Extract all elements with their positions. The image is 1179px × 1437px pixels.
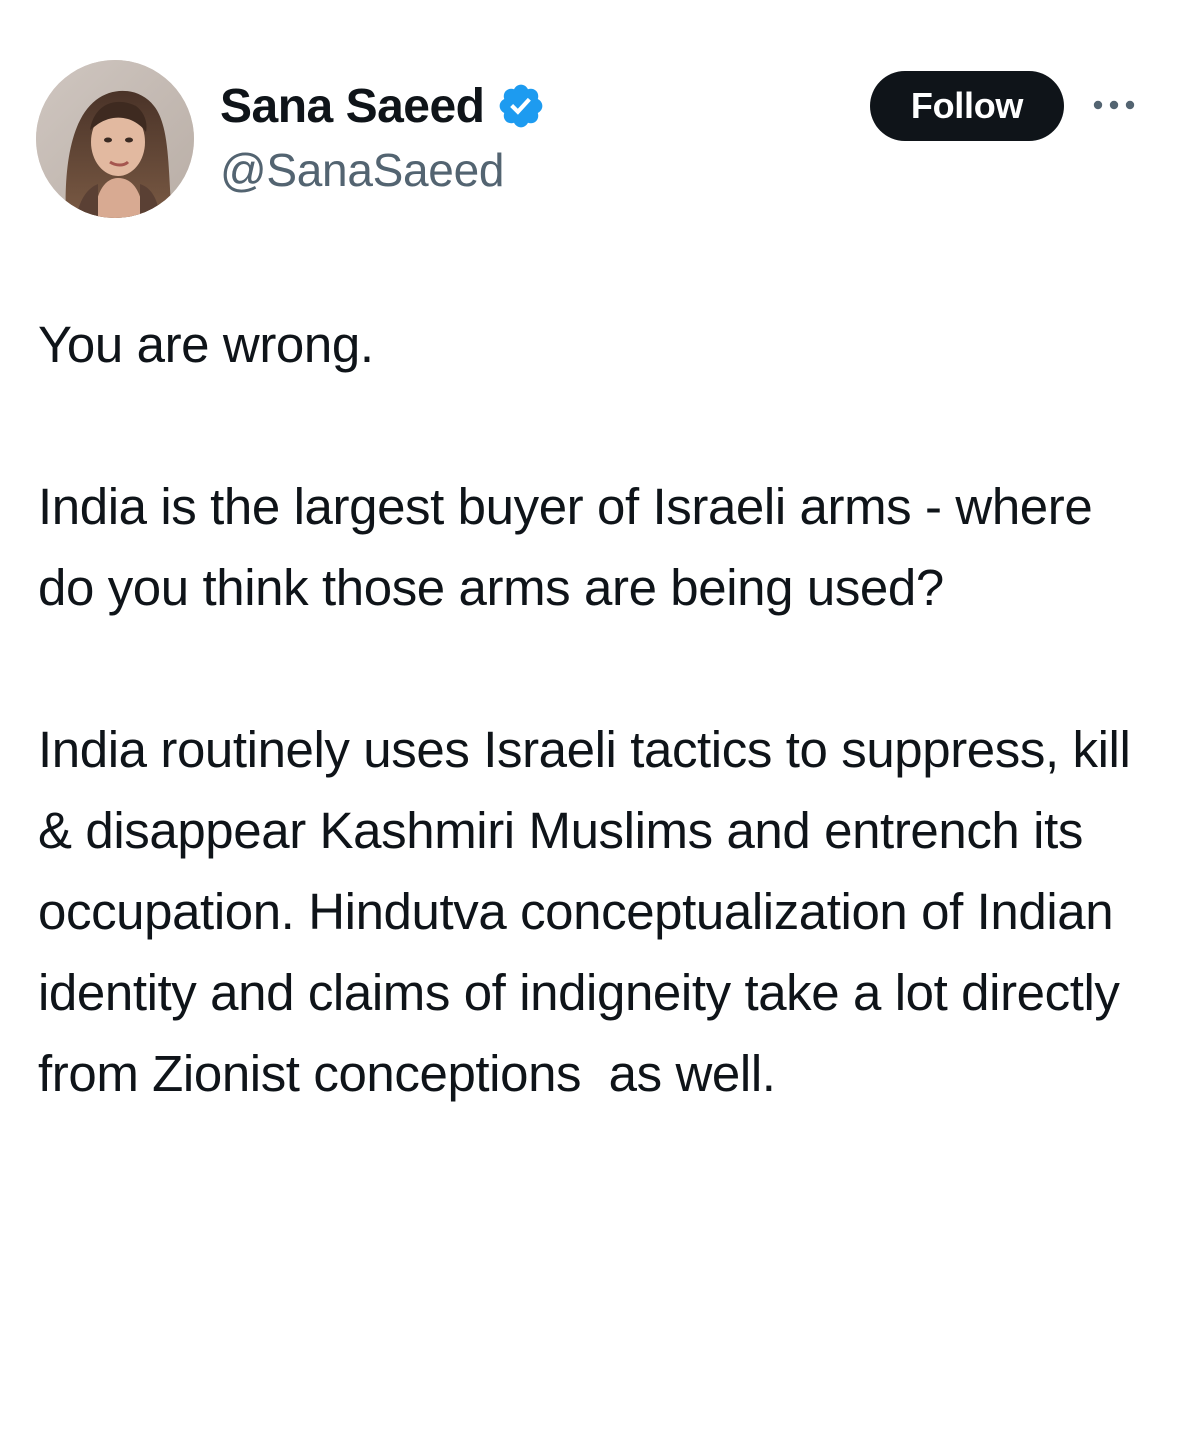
verified-badge-icon[interactable] — [496, 81, 546, 131]
tweet-paragraph: India is the largest buyer of Israeli ar… — [38, 478, 1107, 616]
follow-button[interactable]: Follow — [870, 71, 1064, 141]
display-name[interactable]: Sana Saeed — [220, 79, 485, 134]
tweet-card: Sana Saeed @SanaSaeed Follow You are wro… — [0, 0, 1179, 1437]
avatar[interactable] — [36, 60, 194, 218]
author-name-row: Sana Saeed — [220, 74, 546, 138]
tweet-paragraph: You are wrong. — [38, 316, 374, 373]
more-options-icon[interactable] — [1090, 92, 1138, 118]
author-handle[interactable]: @SanaSaeed — [220, 143, 504, 197]
tweet-text: You are wrong. India is the largest buye… — [38, 304, 1148, 1114]
avatar-photo — [36, 60, 194, 218]
tweet-paragraph: India routinely uses Israeli tactics to … — [38, 721, 1145, 1102]
